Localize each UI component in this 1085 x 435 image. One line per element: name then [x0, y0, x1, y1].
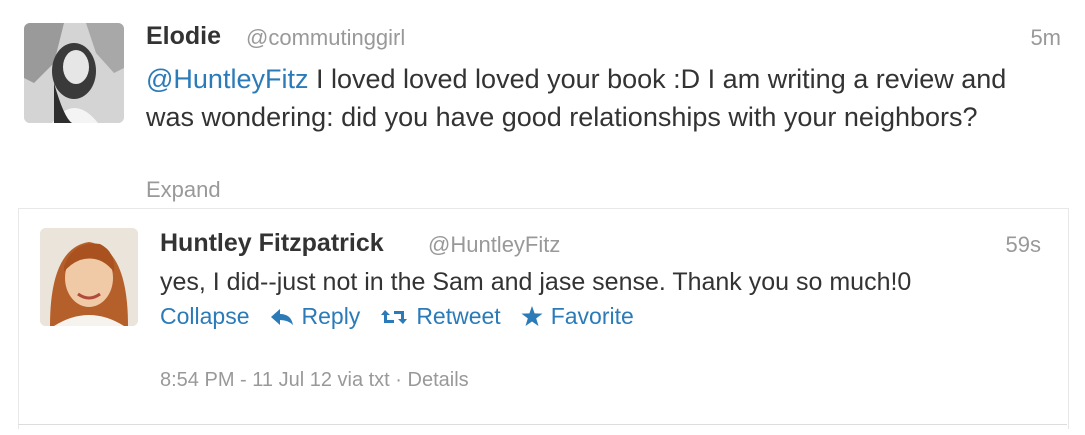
retweet-icon: [380, 308, 408, 326]
mention-link[interactable]: @HuntleyFitz: [146, 64, 308, 94]
author-handle[interactable]: @HuntleyFitz: [428, 232, 560, 258]
collapse-label: Collapse: [160, 303, 250, 329]
favorite-button[interactable]: Favorite: [521, 303, 634, 330]
details-link[interactable]: Details: [408, 369, 469, 391]
tweet-actions: Collapse Reply Retweet Favorite: [160, 303, 654, 330]
tweet-text: @HuntleyFitz I loved loved loved your bo…: [146, 60, 1046, 136]
tweet-elodie[interactable]: Elodie @commutinggirl 5m @HuntleyFitz I …: [0, 0, 1085, 208]
author-name[interactable]: Huntley Fitzpatrick: [160, 229, 384, 258]
tweet-text: yes, I did--just not in the Sam and jase…: [160, 268, 912, 296]
reply-label: Reply: [301, 303, 361, 329]
author-handle[interactable]: @commutinggirl: [246, 25, 405, 51]
profile-photo-icon: [24, 23, 124, 123]
collapse-link[interactable]: Collapse: [160, 303, 250, 330]
expand-link[interactable]: Expand: [146, 177, 221, 203]
avatar[interactable]: [40, 228, 138, 326]
avatar[interactable]: [24, 23, 124, 123]
reply-button[interactable]: Reply: [270, 303, 361, 330]
author-name[interactable]: Elodie: [146, 22, 221, 51]
retweet-button[interactable]: Retweet: [380, 303, 501, 330]
reply-arrow-icon: [270, 308, 294, 326]
tweet-meta: 8:54 PM - 11 Jul 12 via txt · Details: [160, 369, 469, 392]
retweet-label: Retweet: [416, 303, 501, 329]
meta-separator: ·: [389, 369, 408, 391]
tweet-timestamp[interactable]: 8:54 PM - 11 Jul 12 via txt: [160, 369, 390, 391]
divider: [18, 424, 1067, 425]
profile-photo-icon: [40, 228, 138, 326]
favorite-label: Favorite: [550, 303, 634, 329]
tweet-time[interactable]: 59s: [1006, 232, 1041, 258]
star-icon: [521, 306, 543, 327]
tweet-time[interactable]: 5m: [1030, 25, 1061, 51]
